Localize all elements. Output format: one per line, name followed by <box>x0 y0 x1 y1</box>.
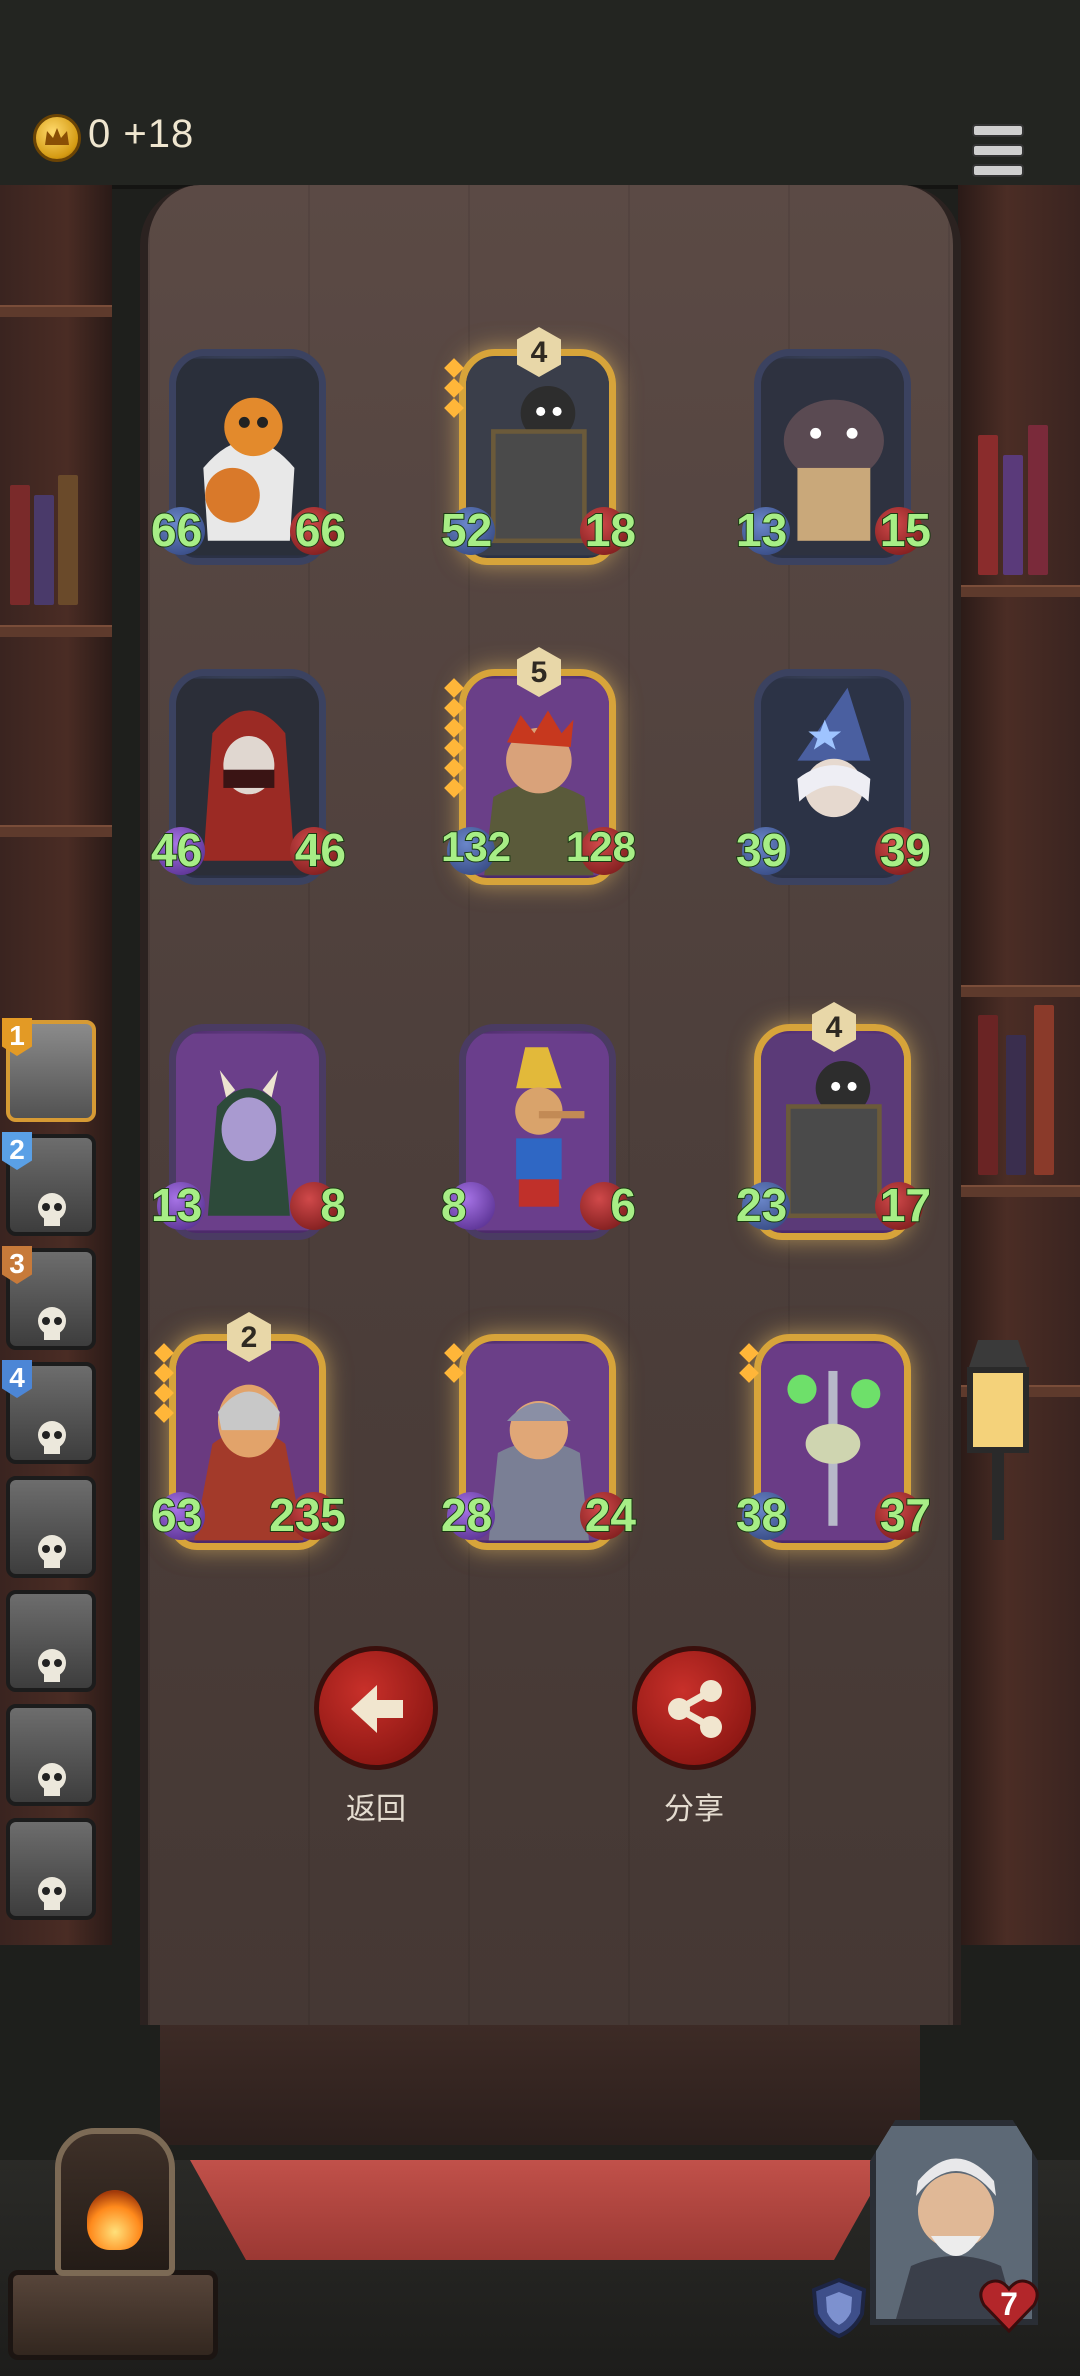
card-attack: 39 <box>735 823 788 877</box>
card-health: 39 <box>879 823 932 877</box>
card-star-wizard[interactable]: 39 39 <box>735 655 932 900</box>
card-health: 24 <box>584 1488 637 1542</box>
card-health: 235 <box>268 1488 347 1542</box>
bench-slot-3[interactable]: 3 <box>2 1246 98 1352</box>
card-attack: 8 <box>440 1178 468 1232</box>
card-attack: 46 <box>150 823 203 877</box>
upgrade-diamonds <box>444 1340 465 1386</box>
shop-pedestal <box>8 2270 218 2360</box>
card-pumpkin-scarecrow[interactable]: 66 66 <box>150 335 347 580</box>
upgrade-diamonds <box>154 1340 175 1426</box>
bench-slot-4[interactable]: 4 <box>2 1360 98 1466</box>
card-helmed-villain[interactable]: 2 63 235 <box>150 1312 347 1565</box>
bench-slot-5[interactable] <box>2 1476 98 1580</box>
card-hooded-assassin[interactable]: 46 46 <box>150 655 347 900</box>
bench-slot-1[interactable]: 1 <box>2 1018 98 1124</box>
skull-icon <box>38 1649 66 1682</box>
back-button[interactable] <box>314 1646 438 1770</box>
card-health: 15 <box>879 503 932 557</box>
skull-icon <box>38 1877 66 1910</box>
arrow-left-icon <box>351 1685 403 1733</box>
fire-icon <box>87 2190 143 2250</box>
share-button[interactable] <box>632 1646 756 1770</box>
card-pinocchio[interactable]: 8 6 <box>440 1010 637 1255</box>
hamburger-menu-icon[interactable] <box>972 124 1024 177</box>
card-attack: 13 <box>735 503 788 557</box>
bench-slot-6[interactable] <box>2 1590 98 1694</box>
card-health: 6 <box>609 1178 637 1232</box>
card-health: 17 <box>879 1178 932 1232</box>
skull-icon <box>38 1421 66 1454</box>
shield-icon <box>811 2278 867 2338</box>
card-shield-knight-a[interactable]: 4 52 18 <box>440 327 637 580</box>
card-attack: 38 <box>735 1488 788 1542</box>
skull-icon <box>38 1535 66 1568</box>
card-health: 128 <box>565 822 637 871</box>
card-health: 18 <box>584 503 637 557</box>
bench-slot-8[interactable] <box>2 1818 98 1922</box>
card-attack: 13 <box>150 1178 203 1232</box>
red-carpet <box>190 2160 890 2260</box>
card-attack: 23 <box>735 1178 788 1232</box>
card-attack: 132 <box>440 822 512 871</box>
card-red-haired-brute[interactable]: 5 132 128 <box>440 647 637 900</box>
card-attack: 28 <box>440 1488 493 1542</box>
skull-icon <box>38 1193 66 1226</box>
hero-health: 7 <box>1000 2286 1018 2322</box>
card-skeleton-sword[interactable]: 38 37 <box>735 1320 932 1565</box>
card-armored-dwarf[interactable]: 28 24 <box>440 1320 637 1565</box>
lantern-icon <box>967 1340 1029 1540</box>
hero-health-badge: 7 <box>978 2275 1040 2335</box>
card-health: 66 <box>294 503 347 557</box>
share-action: 分享 <box>629 1646 759 1828</box>
card-shield-knight-b[interactable]: 4 23 17 <box>735 1002 932 1255</box>
card-bandaged-bear[interactable]: 13 15 <box>735 335 932 580</box>
shop-fireplace-button[interactable] <box>55 2128 175 2276</box>
card-attack: 66 <box>150 503 203 557</box>
back-label: 返回 <box>346 1793 406 1826</box>
bench-slot-7[interactable] <box>2 1704 98 1808</box>
skull-icon <box>38 1763 66 1796</box>
upgrade-diamonds <box>444 675 465 801</box>
upgrade-diamonds <box>739 1340 760 1386</box>
card-health: 37 <box>879 1488 932 1542</box>
crown-coin-icon <box>33 114 81 162</box>
card-health: 8 <box>319 1178 347 1232</box>
top-bar: 0 +18 <box>0 0 1080 189</box>
gold-counter: 0 +18 <box>88 112 195 156</box>
upgrade-diamonds <box>444 355 465 421</box>
bookshelf-right <box>958 185 1080 1945</box>
card-health: 46 <box>294 823 347 877</box>
share-icon <box>668 1680 722 1738</box>
card-horned-demoness[interactable]: 13 8 <box>150 1010 347 1255</box>
share-label: 分享 <box>664 1793 724 1826</box>
stairs <box>160 2025 920 2145</box>
bench-slot-2[interactable]: 2 <box>2 1132 98 1238</box>
card-attack: 63 <box>150 1488 203 1542</box>
back-action: 返回 <box>311 1646 441 1828</box>
card-attack: 52 <box>440 503 493 557</box>
skull-icon <box>38 1307 66 1340</box>
